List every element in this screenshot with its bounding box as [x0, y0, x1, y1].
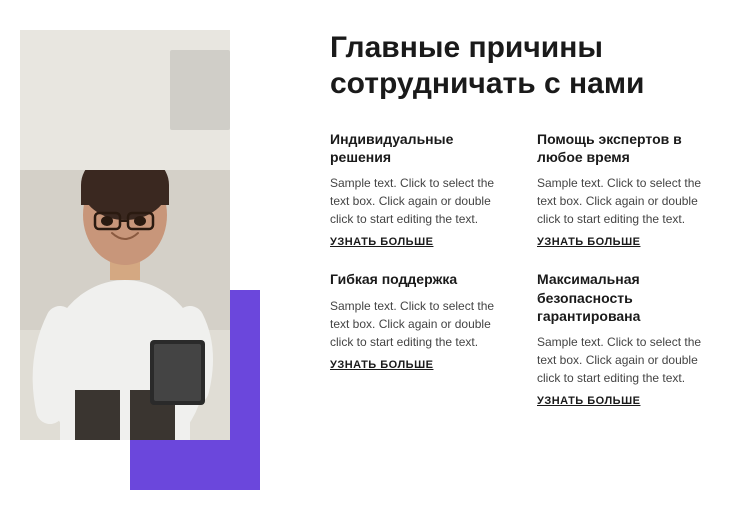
feature-text-2: Sample text. Click to select the text bo…	[330, 297, 513, 351]
feature-text-3: Sample text. Click to select the text bo…	[537, 333, 720, 387]
feature-item-3: Максимальная безопасность гарантирована S…	[537, 270, 720, 407]
feature-title-1: Помощь экспертов в любое время	[537, 130, 720, 166]
feature-title-3: Максимальная безопасность гарантирована	[537, 270, 720, 325]
features-grid: Индивидуальные решения Sample text. Click…	[330, 130, 720, 429]
learn-more-link-3[interactable]: УЗНАТЬ БОЛЬШЕ	[537, 395, 720, 407]
learn-more-link-1[interactable]: УЗНАТЬ БОЛЬШЕ	[537, 236, 720, 248]
feature-item-0: Индивидуальные решения Sample text. Click…	[330, 130, 513, 248]
person-photo	[20, 30, 230, 440]
feature-item-1: Помощь экспертов в любое время Sample tex…	[537, 130, 720, 248]
main-title: Главные причины сотрудничать с нами	[330, 30, 720, 102]
feature-text-0: Sample text. Click to select the text bo…	[330, 174, 513, 228]
page-wrapper: Главные причины сотрудничать с нами Инди…	[0, 0, 750, 517]
feature-text-1: Sample text. Click to select the text bo…	[537, 174, 720, 228]
learn-more-link-0[interactable]: УЗНАТЬ БОЛЬШЕ	[330, 236, 513, 248]
right-column: Главные причины сотрудничать с нами Инди…	[310, 0, 750, 517]
feature-item-2: Гибкая поддержка Sample text. Click to se…	[330, 270, 513, 407]
feature-title-2: Гибкая поддержка	[330, 270, 513, 288]
image-container	[20, 20, 260, 490]
feature-title-0: Индивидуальные решения	[330, 130, 513, 166]
left-column	[0, 0, 310, 517]
learn-more-link-2[interactable]: УЗНАТЬ БОЛЬШЕ	[330, 359, 513, 371]
person-svg	[20, 30, 230, 440]
